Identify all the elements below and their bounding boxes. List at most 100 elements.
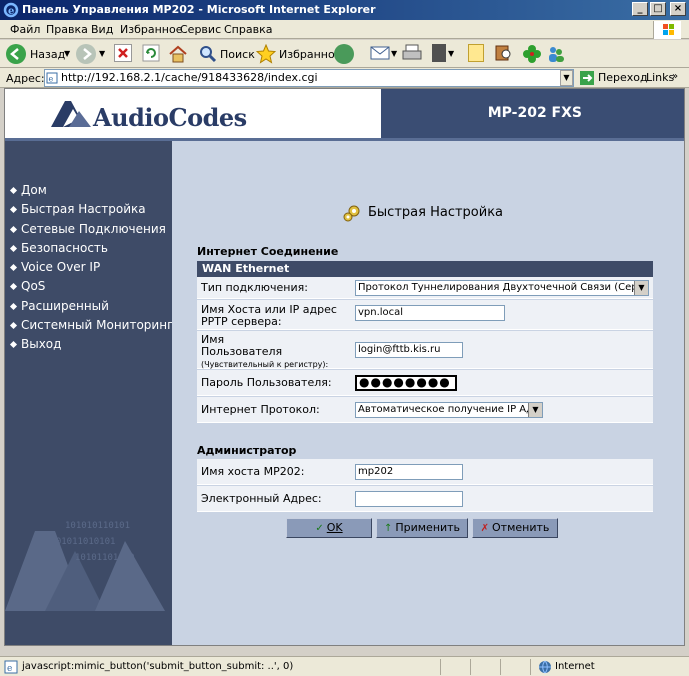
window-title: Панель Управления MP202 - Microsoft Inte… [22, 3, 376, 16]
back-button-label[interactable]: Назад [30, 48, 65, 61]
svg-text:e: e [7, 664, 12, 674]
internet-zone-icon [539, 660, 551, 674]
connection-type-label: Тип подключения: [201, 281, 308, 294]
clover-icon[interactable] [522, 44, 542, 64]
internet-connection-heading: Интернет Соединение [197, 245, 339, 258]
go-button[interactable]: Переход [598, 71, 648, 84]
close-icon: ✗ [480, 523, 489, 534]
ie-logo-icon: e [3, 2, 19, 18]
sidebar-item-network-connections[interactable]: Сетевые Подключения [9, 222, 173, 241]
wan-ethernet-header: WAN Ethernet [197, 261, 653, 277]
notes-icon[interactable] [468, 44, 484, 62]
status-separator [440, 659, 441, 675]
edit-dropdown-icon[interactable]: ▼ [448, 49, 454, 58]
sidebar-decoration: 101010110101 0101011010101 10101101010 [5, 511, 172, 621]
refresh-icon[interactable] [142, 44, 160, 62]
chevron-down-icon: ▼ [528, 403, 542, 417]
form-row-email: Электронный Адрес: [197, 486, 653, 512]
search-icon[interactable] [198, 44, 218, 64]
research-icon[interactable] [494, 44, 512, 62]
username-input[interactable]: login@fttb.kis.ru [355, 342, 463, 358]
chevron-down-icon: ▼ [634, 281, 648, 295]
internet-protocol-select[interactable]: Автоматическое получение IP Адреса ▼ [355, 402, 543, 418]
forward-dropdown-icon[interactable]: ▼ [99, 49, 105, 58]
sidebar-item-security[interactable]: Безопасность [9, 241, 173, 260]
address-input[interactable]: http://192.168.2.1/cache/918433628/index… [44, 69, 574, 87]
email-label: Электронный Адрес: [201, 492, 322, 505]
apply-button[interactable]: ↑ Применить [376, 518, 468, 538]
form-row-hostname: Имя хоста MP202: mp202 [197, 459, 653, 485]
form-row-password: Пароль Пользователя: ●●●●●●●● [197, 370, 653, 396]
bullet-icon [9, 341, 18, 349]
favorites-button-label[interactable]: Избранное [279, 48, 341, 61]
bullet-icon [9, 322, 18, 330]
sidebar-item-voip[interactable]: Voice Over IP [9, 260, 173, 279]
bullet-icon [9, 302, 18, 310]
maximize-button[interactable]: □ [650, 2, 666, 16]
home-icon[interactable] [168, 44, 188, 64]
page-icon: e [46, 72, 58, 84]
internet-protocol-label: Интернет Протокол: [201, 403, 320, 416]
sidebar-item-logout[interactable]: Выход [9, 337, 173, 356]
sidebar-item-quick-setup[interactable]: Быстрая Настройка [9, 202, 173, 221]
password-input[interactable]: ●●●●●●●● [355, 375, 457, 391]
form-row-internet-protocol: Интернет Протокол: Автоматическое получе… [197, 397, 653, 423]
window-title-bar[interactable]: e Панель Управления MP202 - Microsoft In… [0, 0, 689, 20]
connection-type-select[interactable]: Протокол Туннелирования Двухточечной Свя… [355, 280, 649, 296]
close-button[interactable]: × [670, 2, 686, 16]
stop-icon[interactable] [114, 44, 132, 62]
form-row-username: Имя Пользователя (Чувствительный к регис… [197, 331, 653, 369]
device-model: MP-202 FXS [487, 105, 582, 121]
minimize-button[interactable]: _ [632, 2, 648, 16]
menu-file[interactable]: Файл [10, 23, 40, 36]
ok-button[interactable]: ✓ OK [286, 518, 372, 538]
pptp-host-label: Имя Хоста или IP адрес PPTP сервера: [201, 303, 337, 328]
go-arrow-icon[interactable] [580, 71, 594, 85]
favorites-star-icon[interactable] [255, 43, 277, 64]
cancel-button[interactable]: ✗ Отменить [472, 518, 558, 538]
back-dropdown-icon[interactable]: ▼ [64, 49, 70, 58]
sidebar-item-qos[interactable]: QoS [9, 279, 173, 298]
address-bar: Адрес: http://192.168.2.1/cache/91843362… [0, 68, 689, 88]
hostname-input[interactable]: mp202 [355, 464, 463, 480]
menu-view[interactable]: Вид [91, 23, 113, 36]
bullet-icon [9, 206, 18, 214]
links-button[interactable]: Links [646, 71, 674, 84]
toolbar: Назад ▼ ▼ Поиск Избранное ▼ ▼ [0, 40, 689, 68]
bullet-icon [9, 283, 18, 291]
page-status-icon: e [4, 660, 18, 674]
username-label: Имя Пользователя (Чувствительный к регис… [201, 333, 329, 370]
menu-help[interactable]: Справка [224, 23, 272, 36]
history-icon[interactable] [334, 44, 354, 64]
menu-edit[interactable]: Правка [46, 23, 88, 36]
forward-arrow-icon[interactable] [76, 44, 96, 64]
header-logo-area: AudioCodes [5, 89, 381, 138]
arrow-up-icon: ↑ [383, 523, 393, 534]
email-input[interactable] [355, 491, 463, 507]
sidebar-nav: Дом Быстрая Настройка Сетевые Подключени… [9, 183, 173, 357]
print-icon[interactable] [402, 44, 422, 62]
status-text: javascript:mimic_button('submit_button_s… [22, 661, 294, 672]
address-label: Адрес: [6, 72, 45, 85]
browser-viewport: AudioCodes MP-202 FXS Дом Быстрая Настро… [4, 88, 685, 646]
edit-icon[interactable] [432, 44, 446, 62]
menu-tools[interactable]: Сервис [180, 23, 221, 36]
back-arrow-icon[interactable] [6, 44, 26, 64]
sidebar-item-home[interactable]: Дом [9, 183, 173, 202]
pptp-host-input[interactable]: vpn.local [355, 305, 505, 321]
search-button-label[interactable]: Поиск [220, 48, 255, 61]
links-chevron-icon[interactable]: » [672, 71, 678, 82]
decorative-binary-pattern: 10101101010 [75, 553, 135, 563]
sidebar-item-system-monitoring[interactable]: Системный Мониторинг [9, 318, 173, 337]
bullet-icon [9, 225, 18, 233]
header-band: MP-202 FXS [381, 89, 684, 138]
address-dropdown-icon[interactable]: ▼ [560, 70, 573, 86]
menu-bar: Файл Правка Вид Избранное Сервис Справка [0, 20, 689, 39]
messenger-icon[interactable] [546, 44, 566, 64]
decorative-binary-pattern: 101010110101 [65, 521, 131, 531]
sidebar-item-advanced[interactable]: Расширенный [9, 299, 173, 318]
mail-icon[interactable] [370, 44, 390, 62]
windows-logo-icon [653, 21, 681, 39]
mail-dropdown-icon[interactable]: ▼ [391, 49, 397, 58]
menu-favorites[interactable]: Избранное [120, 23, 182, 36]
